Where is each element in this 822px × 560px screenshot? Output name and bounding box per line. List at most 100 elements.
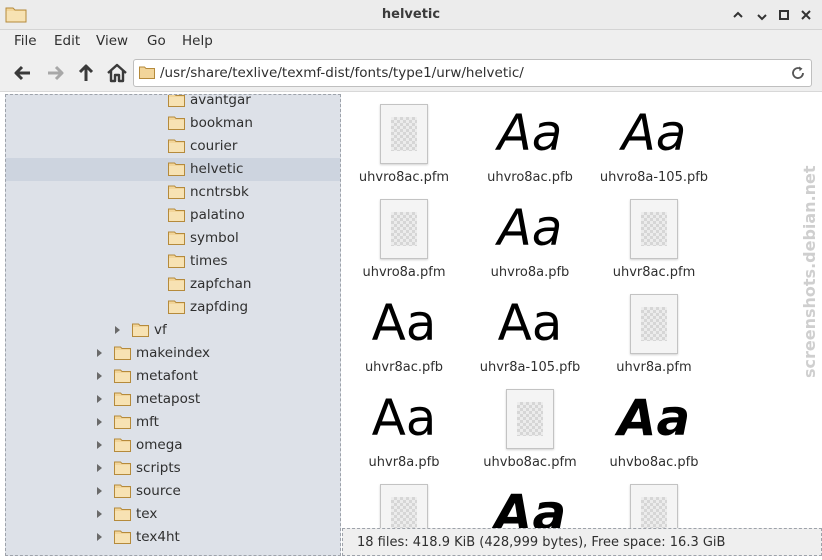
tree-item-1[interactable]: bookman	[6, 112, 340, 135]
file-name: uhvr8a.pfb	[368, 455, 440, 470]
tree-item-0[interactable]: avantgar	[6, 94, 340, 112]
menu-edit[interactable]: Edit	[54, 33, 80, 49]
tree-item-label: vf	[154, 322, 167, 338]
file-item[interactable]	[592, 478, 716, 528]
tree-item-8[interactable]: zapfchan	[6, 273, 340, 296]
tree-item-13[interactable]: metapost	[6, 388, 340, 411]
up-button[interactable]	[75, 62, 97, 84]
file-item[interactable]: Aa	[468, 478, 592, 528]
file-name: uhvro8ac.pfm	[358, 170, 450, 185]
file-icon	[380, 104, 428, 164]
folder-icon	[168, 185, 185, 199]
tree-item-label: avantgar	[190, 94, 251, 108]
tree-item-19[interactable]: tex4ht	[6, 526, 340, 549]
expander-icon[interactable]	[97, 441, 102, 449]
close-icon	[801, 10, 811, 20]
folder-icon	[168, 95, 185, 107]
reload-icon[interactable]	[790, 65, 806, 81]
tree-item-label: courier	[190, 138, 238, 154]
folder-icon	[132, 323, 149, 337]
back-button[interactable]	[12, 62, 34, 84]
font-preview-icon: Aa	[497, 294, 563, 352]
file-name: uhvro8a.pfb	[490, 265, 570, 280]
folder-icon	[114, 461, 131, 475]
file-item[interactable]: Aa uhvbo8ac.pfb	[592, 383, 716, 478]
minimize-button[interactable]	[754, 7, 770, 23]
arrow-right-icon	[48, 65, 64, 81]
file-item[interactable]: uhvr8a.pfm	[592, 288, 716, 383]
forward-button[interactable]	[44, 62, 66, 84]
tree-item-label: ncntrsbk	[190, 184, 249, 200]
home-button[interactable]	[106, 62, 128, 84]
tree-item-label: makeindex	[136, 345, 210, 361]
folder-icon	[168, 139, 185, 153]
toolbar: /usr/share/texlive/texmf-dist/fonts/type…	[0, 54, 822, 92]
file-name: uhvr8a-105.pfb	[479, 360, 581, 375]
tree-item-7[interactable]: times	[6, 250, 340, 273]
folder-icon	[114, 484, 131, 498]
file-item[interactable]: Aa uhvro8a.pfb	[468, 193, 592, 288]
folder-icon	[114, 438, 131, 452]
title-bar: helvetic	[0, 0, 822, 30]
tree-item-5[interactable]: palatino	[6, 204, 340, 227]
file-name: uhvbo8ac.pfm	[483, 455, 577, 470]
expander-icon[interactable]	[97, 349, 102, 357]
expander-icon[interactable]	[97, 395, 102, 403]
file-icon	[630, 484, 678, 528]
file-item[interactable]: uhvbo8ac.pfm	[468, 383, 592, 478]
tree-item-label: mft	[136, 414, 159, 430]
expander-icon[interactable]	[97, 372, 102, 380]
file-item[interactable]: Aa uhvr8ac.pfb	[342, 288, 466, 383]
tree-item-11[interactable]: makeindex	[6, 342, 340, 365]
tree-item-10[interactable]: vf	[6, 319, 340, 342]
font-preview-icon: Aa	[371, 294, 437, 352]
tree-item-2[interactable]: courier	[6, 135, 340, 158]
directory-tree[interactable]: avantgar bookman courier helvetic ncntrsbk pa…	[5, 94, 341, 556]
location-path[interactable]: /usr/share/texlive/texmf-dist/fonts/type…	[160, 65, 524, 81]
tree-item-label: bookman	[190, 115, 253, 131]
close-button[interactable]	[798, 7, 814, 23]
menu-view[interactable]: View	[96, 33, 128, 49]
tree-item-14[interactable]: mft	[6, 411, 340, 434]
file-name: uhvro8a-105.pfb	[599, 170, 709, 185]
tree-item-label: helvetic	[190, 161, 244, 177]
file-item[interactable]	[342, 478, 466, 528]
file-item[interactable]: Aa uhvr8a-105.pfb	[468, 288, 592, 383]
expander-icon[interactable]	[97, 418, 102, 426]
tree-item-18[interactable]: tex	[6, 503, 340, 526]
file-item[interactable]: uhvro8ac.pfm	[342, 98, 466, 193]
menu-go[interactable]: Go	[147, 33, 166, 49]
expander-icon[interactable]	[97, 487, 102, 495]
tree-item-label: palatino	[190, 207, 245, 223]
menu-bar: File Edit View Go Help	[0, 30, 822, 54]
folder-icon	[114, 392, 131, 406]
font-preview-icon: Aa	[371, 389, 437, 447]
folder-icon	[114, 530, 131, 544]
file-item[interactable]: Aa uhvro8ac.pfb	[468, 98, 592, 193]
tree-item-4[interactable]: ncntrsbk	[6, 181, 340, 204]
location-bar[interactable]: /usr/share/texlive/texmf-dist/fonts/type…	[133, 59, 812, 87]
file-item[interactable]: Aa uhvr8a.pfb	[342, 383, 466, 478]
tree-item-3[interactable]: helvetic	[6, 158, 340, 181]
tree-item-16[interactable]: scripts	[6, 457, 340, 480]
folder-icon	[168, 116, 185, 130]
expander-icon[interactable]	[97, 464, 102, 472]
tree-item-17[interactable]: source	[6, 480, 340, 503]
file-item[interactable]: uhvr8ac.pfm	[592, 193, 716, 288]
font-preview-icon: Aa	[497, 104, 563, 162]
menu-file[interactable]: File	[14, 33, 37, 49]
file-view[interactable]: uhvro8ac.pfm Aa uhvro8ac.pfb Aa uhvro8a-105.…	[342, 94, 822, 528]
expander-icon[interactable]	[97, 533, 102, 541]
expander-icon[interactable]	[97, 510, 102, 518]
file-item[interactable]: Aa uhvro8a-105.pfb	[592, 98, 716, 193]
tree-item-label: symbol	[190, 230, 239, 246]
tree-item-6[interactable]: symbol	[6, 227, 340, 250]
maximize-button[interactable]	[776, 7, 792, 23]
shade-button[interactable]	[730, 7, 746, 23]
expander-icon[interactable]	[115, 326, 120, 334]
file-item[interactable]: uhvro8a.pfm	[342, 193, 466, 288]
tree-item-15[interactable]: omega	[6, 434, 340, 457]
tree-item-12[interactable]: metafont	[6, 365, 340, 388]
menu-help[interactable]: Help	[182, 33, 213, 49]
tree-item-9[interactable]: zapfding	[6, 296, 340, 319]
